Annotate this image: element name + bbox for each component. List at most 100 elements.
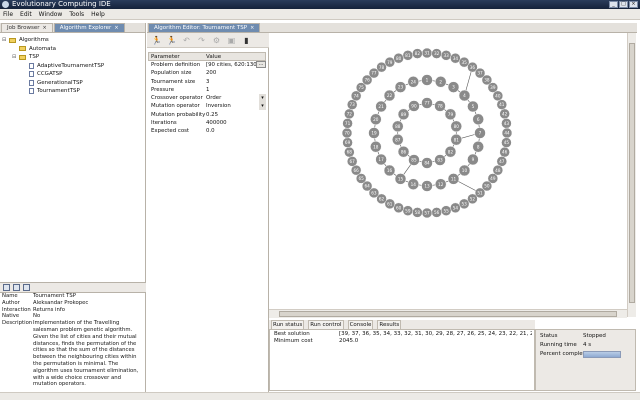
tab-console[interactable]: Console (347, 320, 374, 329)
city-node: 15 (394, 173, 407, 185)
parameter-value[interactable]: 400000 (204, 119, 266, 127)
vertical-scrollbar[interactable] (627, 33, 636, 317)
list-view-icon[interactable] (13, 284, 20, 291)
tree-node[interactable]: GenerationalTSP (2, 79, 143, 88)
menu-edit[interactable]: Edit (20, 11, 32, 18)
vertical-scroll-thumb[interactable] (629, 43, 635, 303)
svg-text:64: 64 (364, 184, 370, 189)
property-value: Tournament TSP (33, 293, 76, 299)
database-icon[interactable] (23, 284, 30, 291)
run-step-icon[interactable]: 🏃 (166, 35, 177, 46)
svg-text:76: 76 (364, 78, 370, 83)
svg-text:81: 81 (405, 53, 411, 58)
city-node: 12 (434, 178, 447, 190)
svg-text:14: 14 (411, 182, 417, 187)
tree-node[interactable]: CCGATSP (2, 70, 143, 79)
city-node: 83 (434, 154, 446, 166)
svg-text:80: 80 (454, 124, 460, 129)
expand-toggle-icon[interactable]: ⊟ (12, 53, 17, 62)
menu-help[interactable]: Help (91, 11, 105, 18)
document-icon (29, 71, 34, 78)
tab-run-status[interactable]: Run status (271, 320, 305, 329)
parameter-value[interactable]: 200 (204, 69, 266, 77)
parameter-row: Mutation probability 0.25 (148, 111, 266, 119)
close-icon[interactable]: × (250, 25, 254, 31)
city-node: 2 (434, 76, 447, 88)
tree-node-label: AdaptiveTournamentTSP (37, 62, 105, 69)
city-node: 88 (392, 120, 404, 133)
city-node: 90 (408, 100, 420, 112)
status-panel: Status Stopped Running time 4 s Percent co… (535, 329, 636, 391)
tab-algorithm-explorer[interactable]: Algorithm Explorer × (53, 23, 125, 32)
parameter-value[interactable]: Order ▾ (204, 94, 266, 103)
svg-text:53: 53 (462, 201, 468, 206)
tour-graph: 31 32 333435363738394041424344454647484950… (341, 47, 513, 219)
tab-results[interactable]: Results (377, 320, 402, 329)
parameter-value[interactable]: 0.25 (204, 111, 266, 119)
info-icon[interactable]: ▮ (241, 35, 252, 46)
maximize-button[interactable]: □ (619, 1, 628, 8)
browse-button[interactable]: ... (256, 61, 266, 68)
city-node: 82 (444, 145, 457, 158)
result-value[interactable]: 2045.0 (339, 338, 532, 345)
run-icon[interactable]: 🏃 (151, 35, 162, 46)
close-icon[interactable]: × (114, 25, 118, 31)
menu-file[interactable]: File (3, 11, 13, 18)
tree-node[interactable]: AdaptiveTournamentTSP (2, 62, 143, 71)
tour-canvas[interactable]: 31 32 33 34 35 36 37 38 39 40 41 42 43 44 45 46 47 48 49 50… (269, 33, 636, 317)
city-node: 80 (393, 52, 404, 64)
svg-text:69: 69 (345, 140, 351, 145)
tab-run-control[interactable]: Run control (308, 320, 344, 329)
city-node: 53 (458, 198, 470, 210)
save-icon[interactable]: ▣ (226, 35, 237, 46)
tree-node[interactable]: Automata (2, 45, 143, 54)
parameter-name: Population size (151, 70, 192, 77)
horizontal-scrollbar[interactable] (269, 309, 627, 318)
chevron-down-icon[interactable]: ▾ (259, 94, 266, 103)
svg-text:49: 49 (490, 176, 496, 181)
city-node: 34 (450, 52, 461, 64)
undo-icon[interactable]: ↶ (181, 35, 192, 46)
tree-node[interactable]: TournamentTSP (2, 87, 143, 96)
parameter-value[interactable]: 1 (204, 86, 266, 94)
tab-algorithm-editor[interactable]: Algorithm Editor: Tournament TSP × (148, 23, 261, 32)
city-node: 44 (501, 127, 513, 139)
close-icon[interactable]: × (43, 25, 47, 31)
parameter-value-text: Order (206, 95, 222, 102)
chevron-down-icon[interactable]: ▾ (259, 102, 266, 111)
city-node: 5 (467, 100, 479, 113)
parameter-row: Mutation operator Inversion ▾ (148, 102, 266, 111)
property-value: Implementation of the Travelling salesma… (33, 320, 139, 388)
property-row: Native No (0, 313, 146, 320)
folder-icon (19, 46, 26, 52)
svg-text:85: 85 (411, 158, 417, 163)
parameter-value[interactable]: 0.0 (204, 127, 266, 135)
svg-text:18: 18 (373, 144, 379, 149)
svg-text:70: 70 (344, 131, 350, 136)
svg-text:52: 52 (470, 196, 476, 201)
result-value[interactable]: [39, 37, 36, 35, 34, 33, 32, 31, 30, 29,… (339, 331, 532, 338)
close-button[interactable]: × (629, 1, 638, 8)
parameter-value[interactable]: 3 (204, 78, 266, 86)
tree-node[interactable]: ⊟ Algorithms (2, 36, 143, 45)
parameter-row: Expected cost 0.0 (148, 127, 266, 135)
window-title: Evolutionary Computing IDE (12, 0, 111, 8)
svg-text:71: 71 (345, 121, 351, 126)
result-row: Minimum cost 2045.0 (272, 338, 532, 345)
expand-toggle-icon[interactable]: ⊟ (2, 36, 7, 45)
tree-node[interactable]: ⊟ TSP (2, 53, 143, 62)
menu-tools[interactable]: Tools (69, 11, 84, 18)
svg-text:40: 40 (495, 93, 501, 98)
parameter-value[interactable]: [90 cities, 620:130...... (204, 61, 266, 69)
grid-view-icon[interactable] (3, 284, 10, 291)
menu-window[interactable]: Window (39, 11, 63, 18)
parameter-value[interactable]: Inversion ▾ (204, 102, 266, 111)
parameter-row: Population size 200 (148, 69, 266, 77)
redo-icon[interactable]: ↷ (196, 35, 207, 46)
horizontal-scroll-thumb[interactable] (279, 311, 617, 317)
minimize-button[interactable]: _ (609, 1, 618, 8)
running-time-value: 4 s (583, 342, 592, 348)
gear-icon[interactable]: ⚙ (211, 35, 222, 46)
document-icon (29, 88, 34, 95)
tab-job-browser[interactable]: Job Browser × (1, 23, 53, 32)
